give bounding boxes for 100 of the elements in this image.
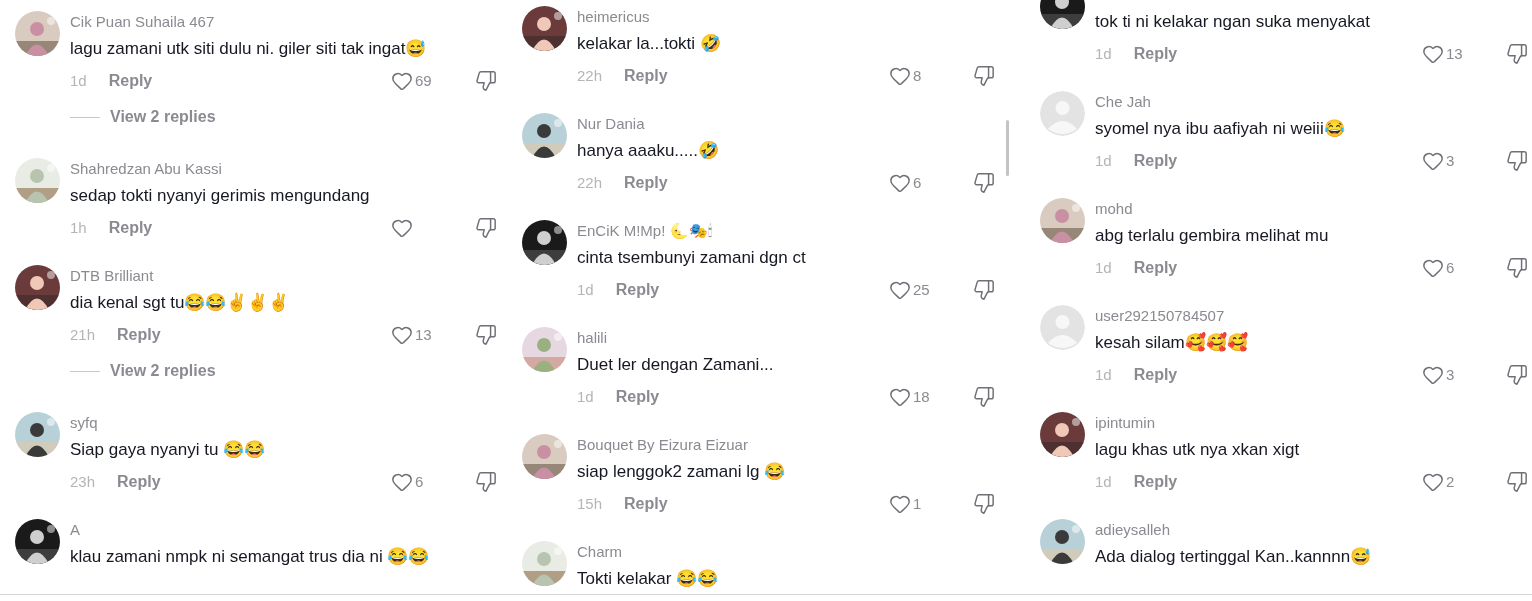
reply-link[interactable]: Reply bbox=[1133, 149, 1178, 173]
like-count: 13 bbox=[1446, 43, 1463, 64]
comment-text: syomel nya ibu aafiyah ni weiii😂 bbox=[1095, 118, 1346, 140]
like-count: 25 bbox=[913, 279, 930, 300]
username[interactable]: A bbox=[70, 520, 497, 540]
comment-time: 22h bbox=[577, 172, 603, 193]
like-icon[interactable] bbox=[391, 471, 413, 493]
like-count: 13 bbox=[415, 324, 432, 345]
comment-text: Siap gaya nyanyi tu 😂😂 bbox=[70, 439, 267, 461]
username[interactable]: halili bbox=[577, 328, 995, 348]
comment-time: 1d bbox=[1095, 150, 1112, 171]
username[interactable]: DTB Brilliant bbox=[70, 266, 497, 286]
reply-link[interactable]: Reply bbox=[1133, 363, 1178, 387]
like-icon[interactable] bbox=[889, 65, 911, 87]
comment-text: siap lenggok2 zamani lg 😂 bbox=[577, 461, 787, 483]
reply-link[interactable]: Reply bbox=[1133, 42, 1178, 66]
dislike-icon[interactable] bbox=[1506, 43, 1528, 65]
comment-text: Tokti kelakar 😂😂 bbox=[577, 568, 720, 590]
reply-link[interactable]: Reply bbox=[117, 470, 161, 494]
like-icon[interactable] bbox=[391, 70, 413, 92]
username[interactable]: Bouquet By Eizura Eizuar bbox=[577, 435, 995, 455]
username[interactable]: user292150784507 bbox=[1095, 306, 1528, 326]
reply-link[interactable]: Reply bbox=[624, 492, 668, 516]
dislike-icon[interactable] bbox=[1506, 150, 1528, 172]
username[interactable]: heimericus bbox=[577, 7, 995, 27]
comment-time: 1d bbox=[1095, 471, 1112, 492]
comment-time: 1d bbox=[1095, 364, 1112, 385]
view-replies-link[interactable]: View 2 replies bbox=[110, 105, 216, 129]
like-icon[interactable] bbox=[1422, 43, 1444, 65]
like-icon[interactable] bbox=[889, 386, 911, 408]
username[interactable]: mohd bbox=[1095, 199, 1528, 219]
reply-link[interactable]: Reply bbox=[108, 216, 153, 240]
view-replies-link[interactable]: View 2 replies bbox=[110, 359, 216, 383]
comment-text: sedap tokti nyanyi gerimis mengundang bbox=[70, 185, 371, 207]
comment-time: 15h bbox=[577, 493, 603, 514]
reply-link[interactable]: Reply bbox=[1133, 256, 1178, 280]
like-count: 18 bbox=[913, 386, 930, 407]
like-icon[interactable] bbox=[889, 493, 911, 515]
username[interactable]: EnCiK M!Mp! 🌜🎭🕯 bbox=[577, 221, 995, 241]
like-count: 69 bbox=[415, 70, 432, 91]
dislike-icon[interactable] bbox=[475, 217, 497, 239]
comment-text: kelakar la...tokti 🤣 bbox=[577, 33, 722, 55]
like-count: 6 bbox=[913, 172, 922, 193]
like-count: 3 bbox=[1446, 364, 1455, 385]
username[interactable]: adieysalleh bbox=[1095, 520, 1528, 540]
like-count: 6 bbox=[1446, 257, 1455, 278]
dislike-icon[interactable] bbox=[1506, 364, 1528, 386]
like-icon[interactable] bbox=[1422, 257, 1444, 279]
reply-link[interactable]: Reply bbox=[108, 69, 153, 93]
reply-link[interactable]: Reply bbox=[624, 64, 668, 88]
comment-time: 1d bbox=[577, 386, 594, 407]
dislike-icon[interactable] bbox=[1506, 471, 1528, 493]
comment-text: Duet ler dengan Zamani... bbox=[577, 354, 775, 376]
like-icon[interactable] bbox=[391, 217, 413, 239]
comment-text: dia kenal sgt tu😂😂✌✌✌ bbox=[70, 291, 291, 314]
username[interactable]: Nur Dania bbox=[577, 114, 995, 134]
like-icon[interactable] bbox=[1422, 364, 1444, 386]
comment-time: 1d bbox=[70, 70, 87, 91]
reply-link[interactable]: Reply bbox=[1133, 470, 1178, 494]
reply-link[interactable]: Reply bbox=[615, 278, 660, 302]
dislike-icon[interactable] bbox=[973, 172, 995, 194]
dislike-icon[interactable] bbox=[973, 65, 995, 87]
dislike-icon[interactable] bbox=[475, 471, 497, 493]
comment-text: Ada dialog tertinggal Kan..kannnn😅 bbox=[1095, 546, 1373, 568]
comment-text: kesah silam🥰🥰🥰 bbox=[1095, 331, 1249, 354]
username[interactable]: syfq bbox=[70, 413, 497, 433]
dislike-icon[interactable] bbox=[973, 386, 995, 408]
like-icon[interactable] bbox=[1422, 471, 1444, 493]
like-icon[interactable] bbox=[1422, 150, 1444, 172]
reply-link[interactable]: Reply bbox=[117, 323, 161, 347]
dislike-icon[interactable] bbox=[475, 324, 497, 346]
like-count: 1 bbox=[913, 493, 922, 514]
scrollbar[interactable] bbox=[1006, 120, 1009, 176]
like-icon[interactable] bbox=[391, 324, 413, 346]
comment-time: 22h bbox=[577, 65, 603, 86]
like-icon[interactable] bbox=[889, 279, 911, 301]
comment-time: 1d bbox=[1095, 257, 1112, 278]
like-count: 6 bbox=[415, 471, 424, 492]
username[interactable]: Charm bbox=[577, 542, 995, 562]
like-count: 3 bbox=[1446, 150, 1455, 171]
username[interactable]: ipintumin bbox=[1095, 413, 1528, 433]
username[interactable]: Shahredzan Abu Kassi bbox=[70, 159, 497, 179]
comment-time: 1h bbox=[70, 217, 87, 238]
username[interactable]: Cik Puan Suhaila 467 bbox=[70, 12, 497, 32]
comment-text: lagu zamani utk siti dulu ni. giler siti tak ingat😅 bbox=[70, 38, 428, 60]
username[interactable]: Che Jah bbox=[1095, 92, 1528, 112]
comment-text: cinta tsembunyi zamani dgn ct bbox=[577, 247, 807, 269]
like-count: 8 bbox=[913, 65, 922, 86]
dislike-icon[interactable] bbox=[475, 70, 497, 92]
comment-text: hanya aaaku.....🤣 bbox=[577, 140, 720, 162]
reply-link[interactable]: Reply bbox=[615, 385, 660, 409]
dislike-icon[interactable] bbox=[1506, 257, 1528, 279]
dislike-icon[interactable] bbox=[973, 493, 995, 515]
comment-time: 21h bbox=[70, 324, 96, 345]
reply-link[interactable]: Reply bbox=[624, 171, 668, 195]
dislike-icon[interactable] bbox=[973, 279, 995, 301]
comment-text: lagu khas utk nya xkan xigt bbox=[1095, 439, 1301, 461]
like-icon[interactable] bbox=[889, 172, 911, 194]
like-count: 2 bbox=[1446, 471, 1455, 492]
comment-time: 1d bbox=[577, 279, 594, 300]
